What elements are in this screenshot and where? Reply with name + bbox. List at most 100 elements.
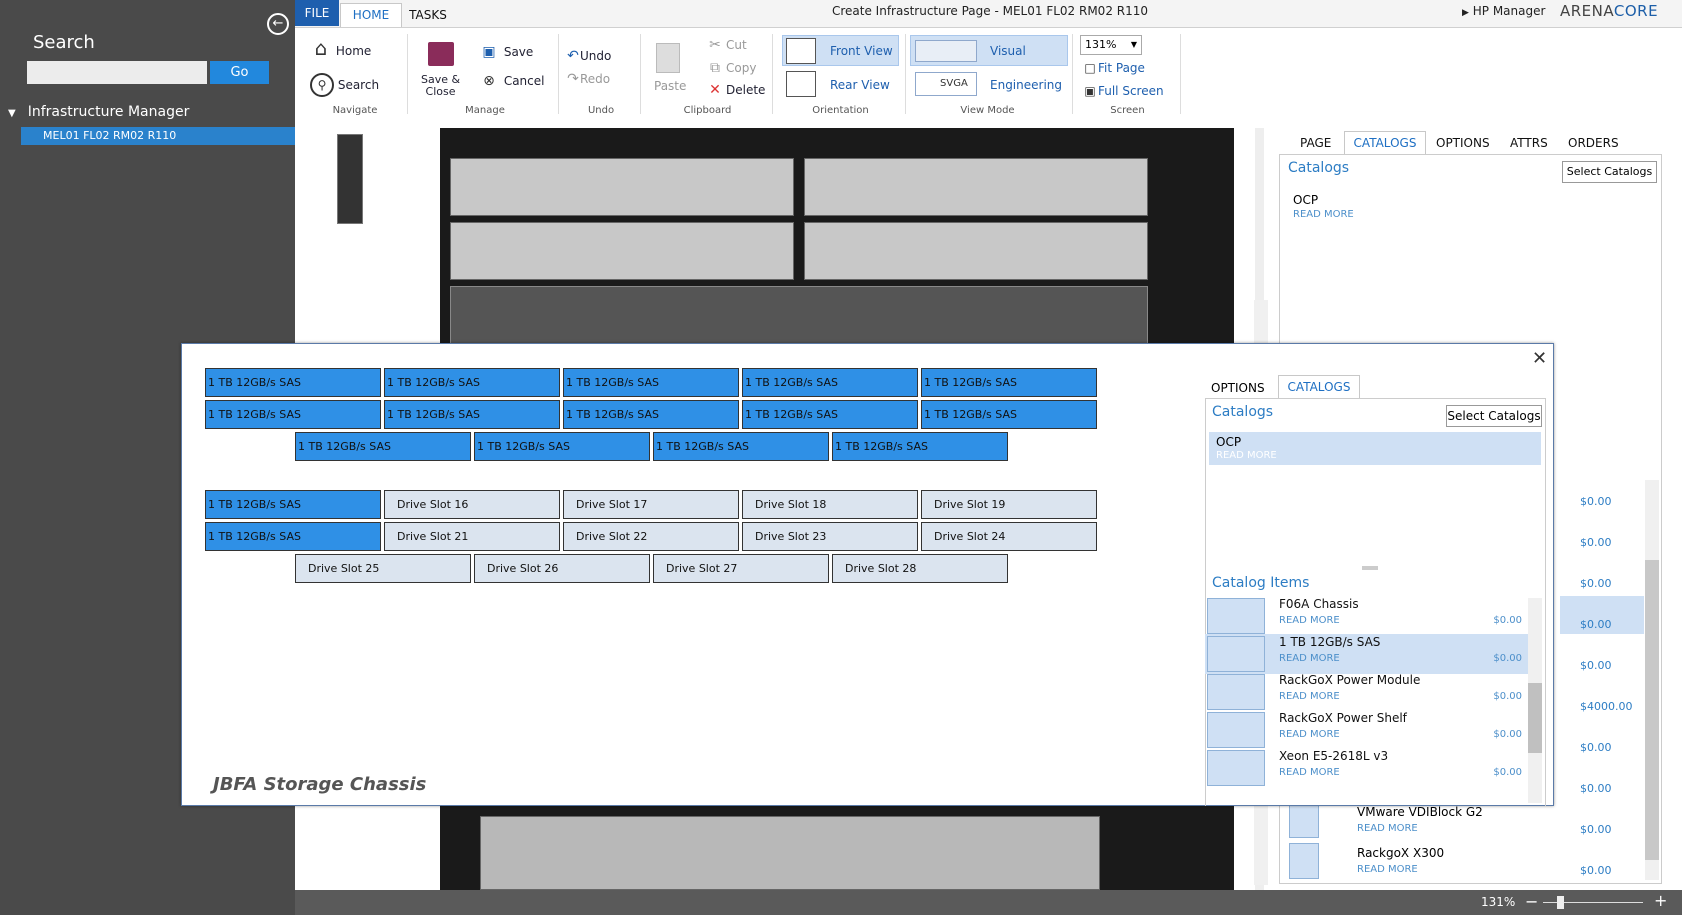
power-shelf-unit[interactable] xyxy=(480,816,1100,890)
dialog-read-more-link[interactable]: READ MORE xyxy=(1216,450,1277,461)
drive-slot-occupied[interactable]: 1 TB 12GB/s SAS xyxy=(832,432,1008,461)
read-more-link[interactable]: READ MORE xyxy=(1293,209,1354,220)
redo-button[interactable]: ↷Redo xyxy=(566,71,610,87)
tab-page[interactable]: PAGE xyxy=(1300,136,1331,150)
drive-slot-empty[interactable]: Drive Slot 19 xyxy=(921,490,1097,519)
catalog-item[interactable]: F06A Chassis READ MORE $0.00 xyxy=(1205,596,1530,636)
drive-slot-empty[interactable]: Drive Slot 23 xyxy=(742,522,918,551)
drive-slot-empty[interactable]: Drive Slot 22 xyxy=(563,522,739,551)
drive-slot-occupied[interactable]: 1 TB 12GB/s SAS xyxy=(563,400,739,429)
storage-chassis-unit[interactable] xyxy=(450,286,1148,346)
drive-slot-empty[interactable]: Drive Slot 16 xyxy=(384,490,560,519)
tab-catalogs[interactable]: CATALOGS xyxy=(1344,131,1426,154)
server-unit[interactable] xyxy=(450,222,794,280)
catalog-item[interactable]: RackGoX Power Module READ MORE $0.00 xyxy=(1205,672,1530,712)
zoom-in-icon[interactable]: + xyxy=(1654,891,1667,910)
tab-tasks[interactable]: TASKS xyxy=(403,5,453,25)
catalog-item[interactable]: RackGoX Power Shelf READ MORE $0.00 xyxy=(1205,710,1530,750)
catalog-item[interactable]: 1 TB 12GB/s SAS READ MORE $0.00 xyxy=(1205,634,1530,674)
read-more-link[interactable]: READ MORE xyxy=(1279,653,1340,664)
server-unit[interactable] xyxy=(804,158,1148,216)
save-button[interactable]: ▣ Save xyxy=(478,44,533,60)
copy-button[interactable]: ⧉ Copy xyxy=(704,60,756,76)
search-button[interactable]: ⚲ Search xyxy=(310,73,379,97)
group-separator xyxy=(772,34,773,114)
engineering-button[interactable]: Engineering xyxy=(990,77,1062,93)
drive-slot-occupied[interactable]: 1 TB 12GB/s SAS xyxy=(205,490,381,519)
visual-label: Visual xyxy=(990,44,1026,58)
cancel-button[interactable]: ⊗ Cancel xyxy=(478,73,544,89)
catalog-name[interactable]: OCP xyxy=(1293,193,1318,207)
tree-item-rack[interactable]: MEL01 FL02 RM02 R110 xyxy=(21,127,295,145)
drive-slot-empty[interactable]: Drive Slot 28 xyxy=(832,554,1008,583)
zoom-select[interactable]: 131% ▼ xyxy=(1080,35,1142,55)
drive-slot-occupied[interactable]: 1 TB 12GB/s SAS xyxy=(295,432,471,461)
tree-item-infrastructure-manager[interactable]: ▼ Infrastructure Manager xyxy=(8,104,189,120)
dialog-tab-options[interactable]: OPTIONS xyxy=(1211,381,1265,395)
dialog-tab-catalogs[interactable]: CATALOGS xyxy=(1278,375,1360,398)
drive-slot-empty[interactable]: Drive Slot 17 xyxy=(563,490,739,519)
drive-slot-occupied[interactable]: 1 TB 12GB/s SAS xyxy=(921,400,1097,429)
save-close-button[interactable]: Save & Close xyxy=(421,74,460,98)
select-catalogs-button[interactable]: Select Catalogs xyxy=(1562,161,1657,183)
zoom-out-icon[interactable]: − xyxy=(1525,892,1538,911)
read-more-link[interactable]: READ MORE xyxy=(1357,823,1418,834)
collapse-sidebar-icon[interactable]: ← xyxy=(267,13,289,35)
tab-attrs[interactable]: ATTRS xyxy=(1510,136,1548,150)
drive-slot-empty[interactable]: Drive Slot 25 xyxy=(295,554,471,583)
save-close-label-2: Close xyxy=(425,85,456,98)
server-unit[interactable] xyxy=(450,158,794,216)
catalog-item[interactable]: Xeon E5-2618L v3 READ MORE $0.00 xyxy=(1205,748,1530,788)
paste-button[interactable]: Paste xyxy=(654,78,686,94)
catalog-item-name[interactable]: RackgoX X300 xyxy=(1357,846,1444,860)
read-more-link[interactable]: READ MORE xyxy=(1279,729,1340,740)
drive-slot-occupied[interactable]: 1 TB 12GB/s SAS xyxy=(205,368,381,397)
drive-slot-empty[interactable]: Drive Slot 21 xyxy=(384,522,560,551)
group-label-clipboard: Clipboard xyxy=(683,105,732,116)
group-label-undo: Undo xyxy=(587,105,615,116)
drive-slot-empty[interactable]: Drive Slot 27 xyxy=(653,554,829,583)
fit-page-button[interactable]: □ Fit Page xyxy=(1082,60,1145,76)
tab-orders[interactable]: ORDERS xyxy=(1568,136,1619,150)
full-screen-button[interactable]: ▣ Full Screen xyxy=(1082,83,1163,99)
home-button[interactable]: ⌂ Home xyxy=(310,38,372,59)
server-unit[interactable] xyxy=(804,222,1148,280)
cut-button[interactable]: ✂ Cut xyxy=(704,37,747,53)
item-price: $4000.00 xyxy=(1580,700,1633,713)
drive-slot-occupied[interactable]: 1 TB 12GB/s SAS xyxy=(384,400,560,429)
search-input[interactable] xyxy=(27,61,207,84)
read-more-link[interactable]: READ MORE xyxy=(1279,767,1340,778)
full-screen-icon: ▣ xyxy=(1084,84,1096,98)
drive-slot-empty[interactable]: Drive Slot 18 xyxy=(742,490,918,519)
drive-slot-occupied[interactable]: 1 TB 12GB/s SAS xyxy=(742,400,918,429)
drive-slot-empty[interactable]: Drive Slot 24 xyxy=(921,522,1097,551)
read-more-link[interactable]: READ MORE xyxy=(1279,615,1340,626)
dialog-select-catalogs-button[interactable]: Select Catalogs xyxy=(1446,405,1542,427)
drive-slot-occupied[interactable]: 1 TB 12GB/s SAS xyxy=(653,432,829,461)
user-menu[interactable]: ▶ HP Manager xyxy=(1462,4,1545,18)
group-label-manage: Manage xyxy=(465,105,505,116)
undo-button[interactable]: ↶Undo xyxy=(566,48,611,64)
rack-thumbnail[interactable] xyxy=(337,134,363,224)
catalog-items-scrollbar[interactable] xyxy=(1645,480,1659,880)
catalog-items-scrollbar[interactable] xyxy=(1528,598,1542,803)
drive-slot-occupied[interactable]: 1 TB 12GB/s SAS xyxy=(205,522,381,551)
read-more-link[interactable]: READ MORE xyxy=(1357,864,1418,875)
zoom-slider-handle[interactable] xyxy=(1557,896,1564,909)
read-more-link[interactable]: READ MORE xyxy=(1279,691,1340,702)
drive-slot-occupied[interactable]: 1 TB 12GB/s SAS xyxy=(474,432,650,461)
tab-home[interactable]: HOME xyxy=(340,3,402,27)
drive-slot-occupied[interactable]: 1 TB 12GB/s SAS xyxy=(205,400,381,429)
tab-options[interactable]: OPTIONS xyxy=(1436,136,1490,150)
tab-file[interactable]: FILE xyxy=(295,0,339,26)
catalog-item-name[interactable]: VMware VDIBlock G2 xyxy=(1357,805,1483,819)
drive-slot-empty[interactable]: Drive Slot 26 xyxy=(474,554,650,583)
drive-slot-occupied[interactable]: 1 TB 12GB/s SAS xyxy=(384,368,560,397)
drive-slot-occupied[interactable]: 1 TB 12GB/s SAS xyxy=(563,368,739,397)
splitter-handle[interactable] xyxy=(1362,566,1378,570)
drive-slot-occupied[interactable]: 1 TB 12GB/s SAS xyxy=(921,368,1097,397)
go-button[interactable]: Go xyxy=(210,61,269,84)
delete-button[interactable]: ✕ Delete xyxy=(704,82,765,98)
drive-slot-occupied[interactable]: 1 TB 12GB/s SAS xyxy=(742,368,918,397)
rear-view-button[interactable]: Rear View xyxy=(830,77,890,93)
